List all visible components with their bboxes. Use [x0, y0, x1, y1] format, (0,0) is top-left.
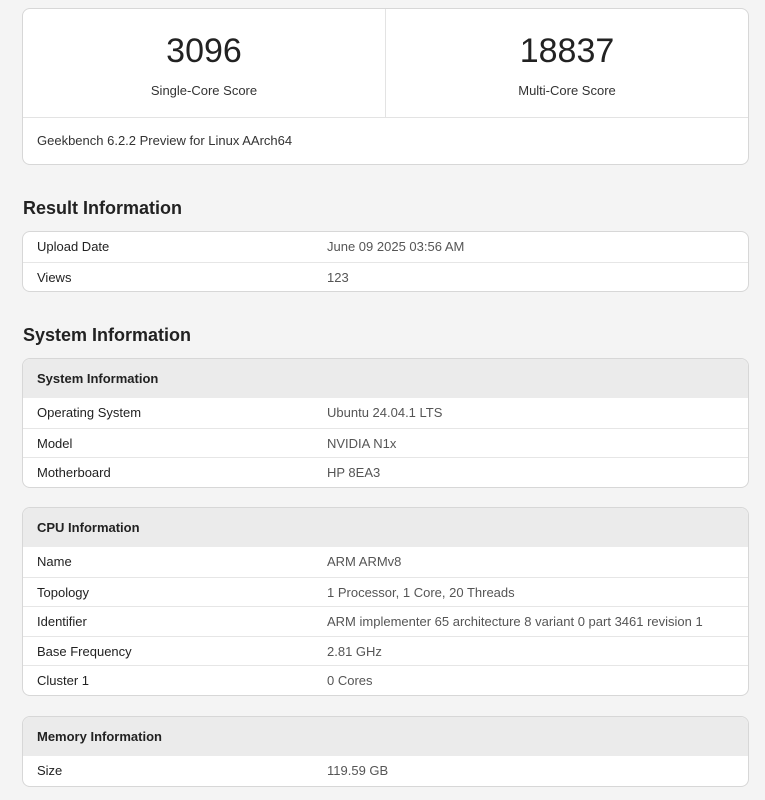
row-value: HP 8EA3: [327, 465, 381, 480]
row-key: Size: [37, 763, 63, 778]
row-value: 119.59 GB: [327, 763, 389, 778]
row-value: ARM ARMv8: [327, 554, 402, 569]
multi-core-score: 18837: [519, 32, 615, 70]
memory-information-card: Memory Information Size 119.59 GB: [22, 716, 749, 787]
row-key: Identifier: [37, 614, 87, 629]
cpu-information-card: CPU Information Name ARM ARMv8 Topology …: [22, 507, 749, 696]
row-value: 2.81 GHz: [327, 643, 382, 659]
row-value: Ubuntu 24.04.1 LTS: [327, 405, 443, 420]
result-information-card: Upload Date June 09 2025 03:56 AM Views …: [22, 231, 749, 292]
table-row: Size 119.59 GB: [23, 756, 748, 786]
row-key: Views: [37, 269, 72, 285]
row-value: 123: [327, 269, 349, 285]
table-row: Name ARM ARMv8: [23, 547, 748, 577]
table-row: Model NVIDIA N1x: [23, 427, 748, 458]
system-information-title: System Information: [23, 325, 192, 345]
version-text: Geekbench 6.2.2 Preview for Linux AArch6…: [37, 133, 293, 148]
row-value: 1 Processor, 1 Core, 20 Threads: [327, 584, 515, 600]
row-key: Motherboard: [37, 465, 111, 480]
row-key: Name: [37, 554, 72, 569]
table-row: Base Frequency 2.81 GHz: [23, 635, 748, 666]
card-header: Memory Information: [23, 717, 748, 756]
row-key: Base Frequency: [37, 643, 132, 659]
row-key: Operating System: [37, 405, 142, 420]
card-header: CPU Information: [23, 508, 748, 547]
table-row: Operating System Ubuntu 24.04.1 LTS: [23, 398, 748, 428]
result-information-title: Result Information: [23, 198, 183, 218]
table-row: Views 123: [23, 261, 748, 292]
row-value: June 09 2025 03:56 AM: [327, 239, 465, 254]
single-core-cell: 3096 Single-Core Score: [23, 9, 385, 117]
table-row: Motherboard HP 8EA3: [23, 457, 748, 487]
multi-core-label: Multi-Core Score: [518, 83, 616, 98]
score-row: 3096 Single-Core Score 18837 Multi-Core …: [23, 9, 748, 118]
score-card: 3096 Single-Core Score 18837 Multi-Core …: [22, 8, 749, 165]
system-information-card: System Information Operating System Ubun…: [22, 358, 749, 488]
row-value: 0 Cores: [327, 673, 373, 688]
row-key: Model: [37, 435, 73, 451]
row-value: NVIDIA N1x: [327, 435, 397, 451]
card-header: System Information: [23, 359, 748, 398]
row-key: Cluster 1: [37, 673, 90, 688]
row-key: Upload Date: [37, 239, 110, 254]
multi-core-cell: 18837 Multi-Core Score: [385, 9, 748, 117]
row-value: ARM implementer 65 architecture 8 varian…: [327, 614, 703, 629]
single-core-label: Single-Core Score: [150, 83, 258, 98]
table-row: Identifier ARM implementer 65 architectu…: [23, 606, 748, 636]
table-row: Cluster 1 0 Cores: [23, 665, 748, 695]
table-row: Upload Date June 09 2025 03:56 AM: [23, 232, 748, 262]
row-key: Topology: [37, 584, 90, 600]
table-row: Topology 1 Processor, 1 Core, 20 Threads: [23, 576, 748, 607]
single-core-score: 3096: [166, 32, 242, 70]
